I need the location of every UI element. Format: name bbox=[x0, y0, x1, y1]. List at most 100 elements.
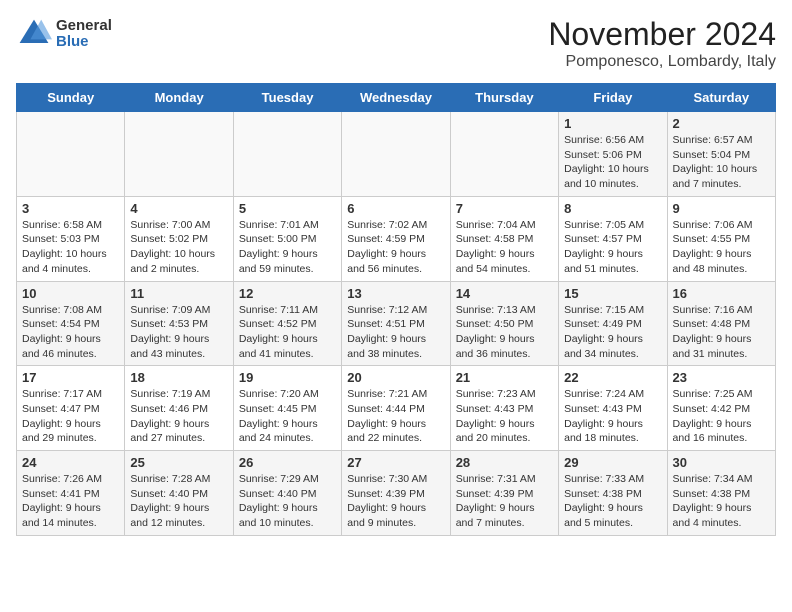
calendar-week-4: 17 Sunrise: 7:17 AM Sunset: 4:47 PM Dayli… bbox=[17, 366, 776, 451]
day-info: Sunrise: 7:04 AM Sunset: 4:58 PM Dayligh… bbox=[456, 218, 553, 277]
calendar-week-3: 10 Sunrise: 7:08 AM Sunset: 4:54 PM Dayli… bbox=[17, 281, 776, 366]
day-number: 16 bbox=[673, 286, 770, 301]
calendar-week-1: 1Sunrise: 6:56 AM Sunset: 5:06 PM Daylig… bbox=[17, 112, 776, 197]
day-info: Sunrise: 7:17 AM Sunset: 4:47 PM Dayligh… bbox=[22, 387, 119, 446]
calendar-cell: 19Sunrise: 7:20 AM Sunset: 4:45 PM Dayli… bbox=[233, 366, 341, 451]
calendar-cell: 6 Sunrise: 7:02 AM Sunset: 4:59 PM Daylig… bbox=[342, 196, 450, 281]
day-info: Sunrise: 7:16 AM Sunset: 4:48 PM Dayligh… bbox=[673, 303, 770, 362]
day-info: Sunrise: 7:28 AM Sunset: 4:40 PM Dayligh… bbox=[130, 472, 227, 531]
day-info: Sunrise: 7:23 AM Sunset: 4:43 PM Dayligh… bbox=[456, 387, 553, 446]
calendar-cell: 16 Sunrise: 7:16 AM Sunset: 4:48 PM Dayli… bbox=[667, 281, 775, 366]
calendar-cell: 28 Sunrise: 7:31 AM Sunset: 4:39 PM Dayli… bbox=[450, 451, 558, 536]
calendar-cell: 29 Sunrise: 7:33 AM Sunset: 4:38 PM Dayli… bbox=[559, 451, 667, 536]
calendar-table: SundayMondayTuesdayWednesdayThursdayFrid… bbox=[16, 83, 776, 536]
weekday-header-row: SundayMondayTuesdayWednesdayThursdayFrid… bbox=[17, 84, 776, 112]
day-info: Sunrise: 7:01 AM Sunset: 5:00 PM Dayligh… bbox=[239, 218, 336, 277]
day-number: 23 bbox=[673, 370, 770, 385]
day-info: Sunrise: 7:34 AM Sunset: 4:38 PM Dayligh… bbox=[673, 472, 770, 531]
calendar-cell bbox=[450, 112, 558, 197]
calendar-cell: 27 Sunrise: 7:30 AM Sunset: 4:39 PM Dayli… bbox=[342, 451, 450, 536]
calendar-cell: 14 Sunrise: 7:13 AM Sunset: 4:50 PM Dayli… bbox=[450, 281, 558, 366]
day-info: Sunrise: 7:05 AM Sunset: 4:57 PM Dayligh… bbox=[564, 218, 661, 277]
day-number: 2 bbox=[673, 116, 770, 131]
calendar-cell: 15 Sunrise: 7:15 AM Sunset: 4:49 PM Dayli… bbox=[559, 281, 667, 366]
day-info: Sunrise: 7:11 AM Sunset: 4:52 PM Dayligh… bbox=[239, 303, 336, 362]
day-number: 3 bbox=[22, 201, 119, 216]
day-number: 4 bbox=[130, 201, 227, 216]
day-number: 13 bbox=[347, 286, 444, 301]
calendar-cell: 20 Sunrise: 7:21 AM Sunset: 4:44 PM Dayli… bbox=[342, 366, 450, 451]
month-title: November 2024 bbox=[548, 16, 776, 53]
day-info: Sunrise: 7:08 AM Sunset: 4:54 PM Dayligh… bbox=[22, 303, 119, 362]
logo-icon bbox=[16, 16, 52, 52]
logo-blue-text: Blue bbox=[56, 34, 112, 51]
day-number: 27 bbox=[347, 455, 444, 470]
day-number: 24 bbox=[22, 455, 119, 470]
day-number: 30 bbox=[673, 455, 770, 470]
title-area: November 2024 Pomponesco, Lombardy, Ital… bbox=[548, 16, 776, 71]
day-info: Sunrise: 7:24 AM Sunset: 4:43 PM Dayligh… bbox=[564, 387, 661, 446]
calendar-cell: 10 Sunrise: 7:08 AM Sunset: 4:54 PM Dayli… bbox=[17, 281, 125, 366]
day-number: 12 bbox=[239, 286, 336, 301]
calendar-cell: 30 Sunrise: 7:34 AM Sunset: 4:38 PM Dayli… bbox=[667, 451, 775, 536]
day-info: Sunrise: 7:31 AM Sunset: 4:39 PM Dayligh… bbox=[456, 472, 553, 531]
calendar-cell bbox=[342, 112, 450, 197]
day-number: 22 bbox=[564, 370, 661, 385]
day-info: Sunrise: 7:06 AM Sunset: 4:55 PM Dayligh… bbox=[673, 218, 770, 277]
weekday-header-monday: Monday bbox=[125, 84, 233, 112]
day-number: 17 bbox=[22, 370, 119, 385]
day-number: 11 bbox=[130, 286, 227, 301]
day-info: Sunrise: 7:19 AM Sunset: 4:46 PM Dayligh… bbox=[130, 387, 227, 446]
day-number: 14 bbox=[456, 286, 553, 301]
day-number: 20 bbox=[347, 370, 444, 385]
calendar-cell: 13 Sunrise: 7:12 AM Sunset: 4:51 PM Dayli… bbox=[342, 281, 450, 366]
calendar-cell: 18Sunrise: 7:19 AM Sunset: 4:46 PM Dayli… bbox=[125, 366, 233, 451]
logo-general-text: General bbox=[56, 18, 112, 35]
day-number: 25 bbox=[130, 455, 227, 470]
day-number: 15 bbox=[564, 286, 661, 301]
weekday-header-sunday: Sunday bbox=[17, 84, 125, 112]
calendar-cell: 17 Sunrise: 7:17 AM Sunset: 4:47 PM Dayli… bbox=[17, 366, 125, 451]
weekday-header-tuesday: Tuesday bbox=[233, 84, 341, 112]
day-info: Sunrise: 7:13 AM Sunset: 4:50 PM Dayligh… bbox=[456, 303, 553, 362]
day-info: Sunrise: 7:30 AM Sunset: 4:39 PM Dayligh… bbox=[347, 472, 444, 531]
day-number: 6 bbox=[347, 201, 444, 216]
day-number: 5 bbox=[239, 201, 336, 216]
logo: General Blue bbox=[16, 16, 112, 52]
weekday-header-wednesday: Wednesday bbox=[342, 84, 450, 112]
calendar-cell: 2 Sunrise: 6:57 AM Sunset: 5:04 PM Daylig… bbox=[667, 112, 775, 197]
calendar-cell: 8 Sunrise: 7:05 AM Sunset: 4:57 PM Daylig… bbox=[559, 196, 667, 281]
calendar-cell: 9Sunrise: 7:06 AM Sunset: 4:55 PM Daylig… bbox=[667, 196, 775, 281]
calendar-cell: 22 Sunrise: 7:24 AM Sunset: 4:43 PM Dayli… bbox=[559, 366, 667, 451]
day-info: Sunrise: 7:29 AM Sunset: 4:40 PM Dayligh… bbox=[239, 472, 336, 531]
day-number: 1 bbox=[564, 116, 661, 131]
day-number: 8 bbox=[564, 201, 661, 216]
day-number: 7 bbox=[456, 201, 553, 216]
day-number: 29 bbox=[564, 455, 661, 470]
day-info: Sunrise: 7:33 AM Sunset: 4:38 PM Dayligh… bbox=[564, 472, 661, 531]
day-info: Sunrise: 7:15 AM Sunset: 4:49 PM Dayligh… bbox=[564, 303, 661, 362]
calendar-cell: 7 Sunrise: 7:04 AM Sunset: 4:58 PM Daylig… bbox=[450, 196, 558, 281]
calendar-cell: 11Sunrise: 7:09 AM Sunset: 4:53 PM Dayli… bbox=[125, 281, 233, 366]
calendar-cell bbox=[17, 112, 125, 197]
day-info: Sunrise: 7:25 AM Sunset: 4:42 PM Dayligh… bbox=[673, 387, 770, 446]
day-info: Sunrise: 7:02 AM Sunset: 4:59 PM Dayligh… bbox=[347, 218, 444, 277]
day-info: Sunrise: 7:21 AM Sunset: 4:44 PM Dayligh… bbox=[347, 387, 444, 446]
calendar-cell: 3 Sunrise: 6:58 AM Sunset: 5:03 PM Daylig… bbox=[17, 196, 125, 281]
day-number: 10 bbox=[22, 286, 119, 301]
day-number: 19 bbox=[239, 370, 336, 385]
location-title: Pomponesco, Lombardy, Italy bbox=[548, 53, 776, 71]
day-number: 21 bbox=[456, 370, 553, 385]
day-info: Sunrise: 6:57 AM Sunset: 5:04 PM Dayligh… bbox=[673, 133, 770, 192]
calendar-cell: 12 Sunrise: 7:11 AM Sunset: 4:52 PM Dayli… bbox=[233, 281, 341, 366]
calendar-cell: 21 Sunrise: 7:23 AM Sunset: 4:43 PM Dayli… bbox=[450, 366, 558, 451]
day-info: Sunrise: 6:58 AM Sunset: 5:03 PM Dayligh… bbox=[22, 218, 119, 277]
day-info: Sunrise: 7:26 AM Sunset: 4:41 PM Dayligh… bbox=[22, 472, 119, 531]
weekday-header-thursday: Thursday bbox=[450, 84, 558, 112]
page-header: General Blue November 2024 Pomponesco, L… bbox=[16, 16, 776, 71]
day-number: 28 bbox=[456, 455, 553, 470]
day-info: Sunrise: 7:12 AM Sunset: 4:51 PM Dayligh… bbox=[347, 303, 444, 362]
calendar-cell: 24 Sunrise: 7:26 AM Sunset: 4:41 PM Dayli… bbox=[17, 451, 125, 536]
weekday-header-friday: Friday bbox=[559, 84, 667, 112]
calendar-week-5: 24 Sunrise: 7:26 AM Sunset: 4:41 PM Dayli… bbox=[17, 451, 776, 536]
